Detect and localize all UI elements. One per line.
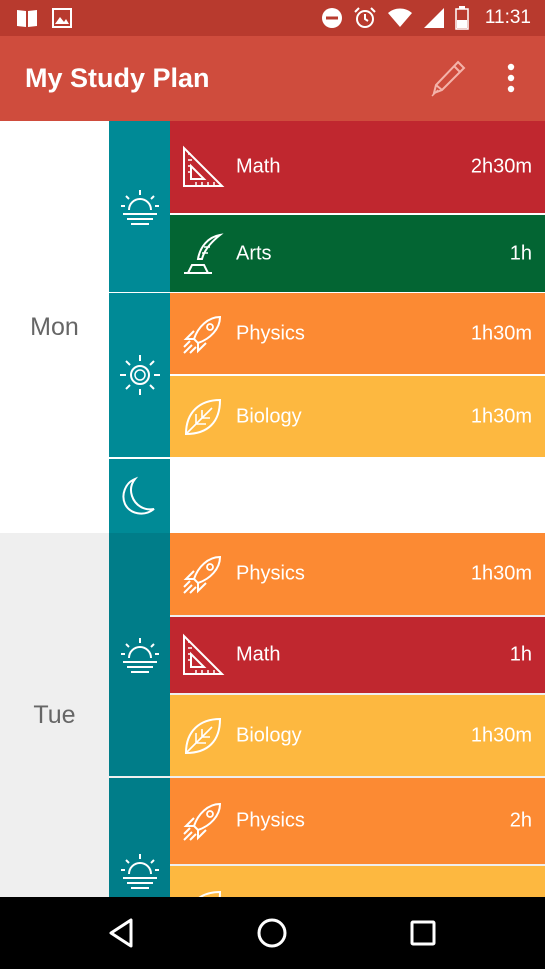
session-subject: Physics <box>236 562 305 585</box>
session-row[interactable]: Physics 1h30m <box>170 533 545 615</box>
session-duration: 2h30m <box>470 155 532 178</box>
status-bar: 11:31 <box>0 0 545 36</box>
book-icon <box>17 10 37 27</box>
schedule-list[interactable]: Mon Math 2h30m Arts 1h Physics 1h30m Bio… <box>0 121 545 897</box>
session-duration: 1h30m <box>470 724 532 746</box>
signal-icon <box>423 8 444 28</box>
back-icon[interactable] <box>104 915 140 951</box>
leaf-icon <box>180 886 226 897</box>
sunrise-icon <box>117 184 163 230</box>
period-morning[interactable] <box>109 533 170 776</box>
pencil-icon <box>431 60 466 97</box>
session-subject: Physics <box>236 809 305 832</box>
leaf-icon <box>180 713 226 759</box>
session-row-partial[interactable] <box>170 866 545 897</box>
session-subject: Math <box>236 155 281 178</box>
session-duration: 1h30m <box>470 405 532 427</box>
rocket-icon <box>180 798 226 844</box>
alarm-icon <box>354 7 376 28</box>
home-icon[interactable] <box>254 915 290 951</box>
session-subject: Math <box>236 643 281 666</box>
edit-button[interactable] <box>428 58 468 98</box>
session-row[interactable]: Arts 1h <box>170 215 545 292</box>
session-row[interactable]: Math 1h <box>170 617 545 693</box>
moon-icon <box>117 473 163 519</box>
period-afternoon[interactable] <box>109 293 170 457</box>
session-row[interactable]: Physics 2h <box>170 778 545 864</box>
session-duration: 1h <box>509 643 532 666</box>
page-title: My Study Plan <box>25 63 210 93</box>
day-label: Tue <box>33 700 76 729</box>
rocket-icon <box>180 551 226 597</box>
quill-icon <box>180 231 226 277</box>
set-square-icon <box>180 632 226 678</box>
sun-icon <box>117 352 163 398</box>
session-duration: 2h <box>509 809 532 832</box>
day-tuesday: Tue Physics 1h30m Math 1h Biology 1h30m … <box>0 533 545 897</box>
period-evening[interactable] <box>109 459 170 533</box>
image-icon <box>52 8 72 28</box>
do-not-disturb-icon <box>321 8 342 28</box>
period-afternoon[interactable] <box>109 778 170 897</box>
session-subject: Biology <box>236 405 302 427</box>
session-duration: 1h30m <box>470 322 532 344</box>
wifi-icon <box>387 8 412 27</box>
session-duration: 1h <box>509 242 532 264</box>
session-row[interactable]: Math 2h30m <box>170 121 545 213</box>
period-morning[interactable] <box>109 121 170 292</box>
sunrise-icon <box>117 632 163 678</box>
app-bar: My Study Plan <box>0 36 545 121</box>
session-subject: Arts <box>236 242 272 264</box>
day-monday: Mon Math 2h30m Arts 1h Physics 1h30m Bio… <box>0 121 545 533</box>
rocket-icon <box>180 311 226 357</box>
battery-icon <box>455 6 469 30</box>
session-subject: Physics <box>236 322 305 344</box>
set-square-icon <box>180 144 226 190</box>
day-label: Mon <box>30 312 79 341</box>
clock: 11:31 <box>484 7 531 28</box>
recents-icon[interactable] <box>405 915 441 951</box>
system-nav-bar <box>0 897 545 969</box>
session-row[interactable]: Biology 1h30m <box>170 695 545 776</box>
leaf-icon <box>180 394 226 440</box>
session-row[interactable]: Biology 1h30m <box>170 376 545 457</box>
session-subject: Biology <box>236 724 302 746</box>
session-row[interactable]: Physics 1h30m <box>170 293 545 374</box>
overflow-menu-button[interactable] <box>496 58 526 98</box>
session-duration: 1h30m <box>470 562 532 585</box>
sun-icon <box>117 848 163 894</box>
more-vert-icon <box>507 63 515 93</box>
